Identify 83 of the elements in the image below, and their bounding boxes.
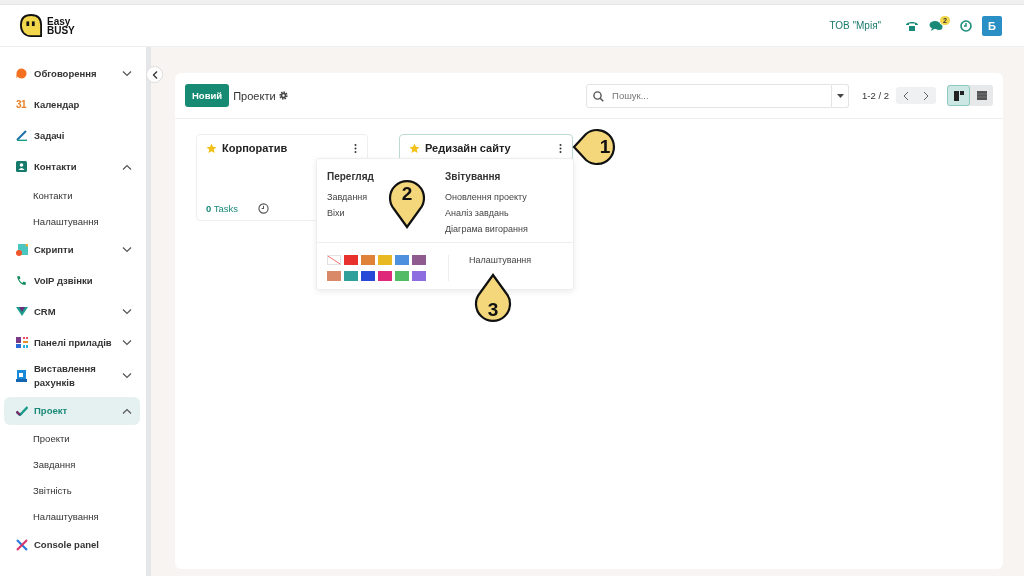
sidebar-item[interactable]: 31 Календар [4,89,140,120]
sidebar-subitem[interactable]: Проекти [0,425,146,451]
calendar-icon: 31 [16,99,27,110]
project-title: Корпоратив [222,142,289,154]
sidebar-item[interactable]: Виставлення рахунків [4,358,140,394]
caret-down-icon [836,93,844,98]
sidebar-subitem[interactable]: Звітність [0,477,146,503]
project-title: Редизайн сайту [425,142,512,154]
color-swatch[interactable] [395,255,409,265]
clock-icon[interactable] [960,19,972,32]
color-swatch[interactable] [344,255,358,265]
chevron-right-icon [923,90,929,101]
settings-icon[interactable] [278,91,288,100]
sidebar-subitem[interactable]: Завдання [0,451,146,477]
color-swatch[interactable] [361,255,375,265]
phone-icon[interactable] [905,19,920,32]
chevron-up-icon [122,408,132,414]
company-switcher[interactable]: ТОВ "Мрія" [829,20,882,31]
chevron-up-icon [122,163,132,170]
chevron-left-icon [151,70,158,79]
chat-icon[interactable] [929,19,944,32]
sidebar-item[interactable]: Обговорення [4,58,140,89]
collapse-sidebar-button[interactable] [146,66,163,83]
logo[interactable]: Easy BUSY [20,13,75,38]
sidebar-item[interactable]: Панелі приладів [4,327,140,358]
sidebar-item[interactable]: Задачі [4,120,140,151]
more-options-icon[interactable] [559,143,562,153]
chevron-down-icon [122,373,132,379]
sidebar-item[interactable]: CRM [4,296,140,327]
menu-item[interactable]: Завдання [327,192,368,202]
color-swatch[interactable] [378,255,392,265]
sidebar-subitem[interactable]: Контакти [0,182,146,208]
star-icon[interactable] [206,142,217,154]
chevron-down-icon [122,339,132,346]
menu-item[interactable]: Налаштування [469,255,532,281]
speech-bubble-icon [16,68,27,79]
task-count-link[interactable]: 0 Tasks [206,203,239,214]
list-icon [976,91,987,100]
no-color-swatch[interactable] [327,255,341,265]
menu-item[interactable]: Діаграма вигорання [445,224,528,234]
color-swatch[interactable] [412,271,426,281]
chevron-down-icon [122,70,132,77]
menu-item[interactable]: Оновлення проекту [445,192,527,202]
color-swatch[interactable] [378,271,392,281]
sidebar-subitem[interactable]: Налаштування [0,503,146,529]
sidebar-item[interactable]: Контакти [4,151,140,182]
star-icon[interactable] [409,142,420,154]
menu-item[interactable]: Аналіз завдань [445,208,509,218]
color-swatch[interactable] [412,255,426,265]
chevron-down-icon [122,308,132,315]
tools-icon [16,538,28,551]
sidebar-item[interactable]: VoIP дзвінки [4,265,140,296]
pager-counter: 1-2 / 2 [862,90,889,101]
user-avatar[interactable]: Б [982,15,1002,36]
menu-item[interactable]: Віхи [327,208,345,218]
search-field[interactable]: Пошук... [586,83,833,108]
more-options-icon[interactable] [354,143,357,153]
color-swatch[interactable] [361,271,375,281]
menu-section-heading: Звітування [445,171,502,182]
pencil-icon [16,130,28,141]
color-swatch[interactable] [344,271,358,281]
dashboard-icon [16,337,28,348]
color-swatch[interactable] [395,271,409,281]
phone-icon [16,275,27,286]
checkmark-icon [16,406,28,416]
kanban-icon [953,90,964,101]
search-options-button[interactable] [832,83,850,108]
search-icon [593,90,605,102]
kanban-view-button[interactable] [947,85,970,106]
clock-icon[interactable] [258,203,270,214]
sidebar-item[interactable]: Проект [4,397,140,425]
sidebar-item[interactable]: Console panel [4,529,140,560]
color-swatch[interactable] [327,271,341,281]
chevron-left-icon [903,90,909,101]
contact-card-icon [16,161,27,172]
invoice-icon [16,370,27,382]
crm-icon [16,307,28,316]
sidebar-item[interactable]: Скрипти [4,234,140,265]
new-button[interactable]: Новий [185,84,230,107]
chevron-down-icon [122,246,132,253]
script-icon [16,243,28,256]
breadcrumb: Проекти [233,89,276,102]
sidebar-subitem[interactable]: Налаштування [0,208,146,234]
